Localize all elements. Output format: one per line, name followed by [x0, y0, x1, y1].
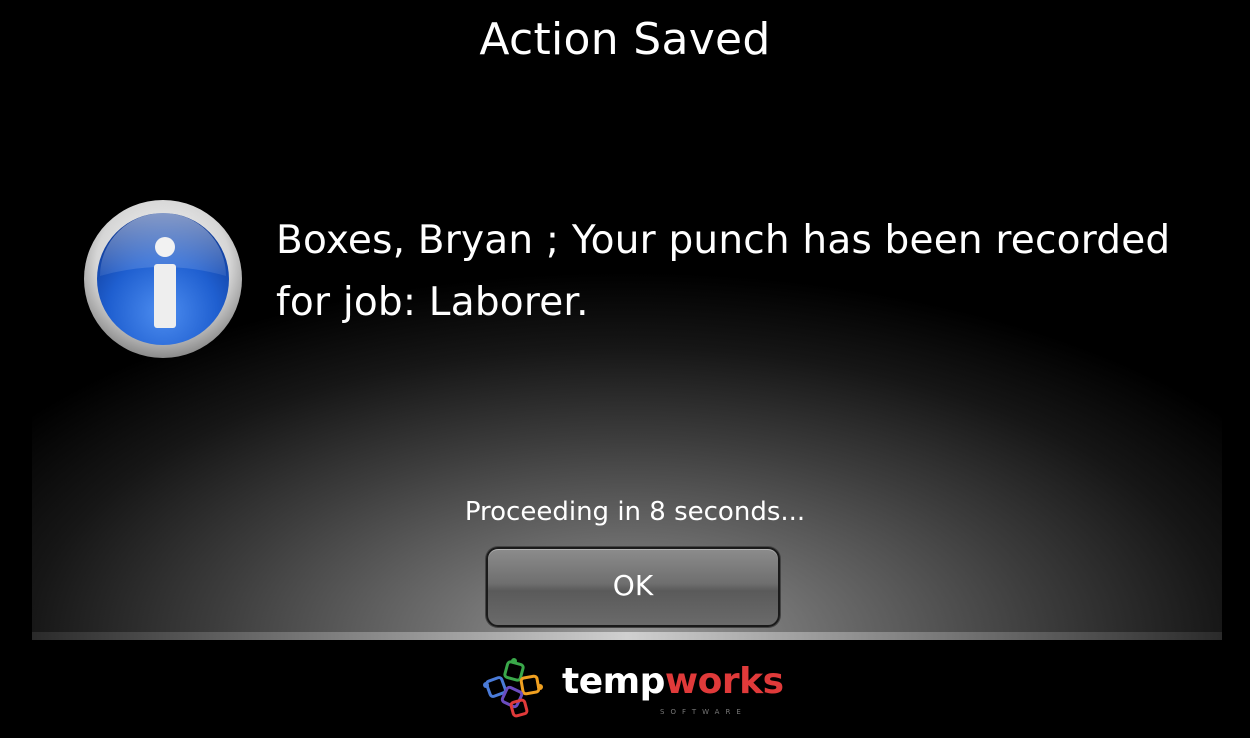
logo-wordmark: tempworks [562, 661, 784, 702]
info-icon [84, 200, 242, 358]
tempworks-logo: tempworks SOFTWARE [482, 655, 802, 725]
kiosk-screen: Action Saved Boxes, Bryan ; Your punch h… [0, 0, 1250, 738]
countdown-text: Proceeding in 8 seconds... [464, 497, 806, 527]
puzzle-logo-icon [483, 658, 543, 718]
logo-temp-text: temp [562, 661, 665, 702]
panel-divider [32, 632, 1222, 640]
dialog-title: Action Saved [479, 14, 771, 65]
dialog-message: Boxes, Bryan ; Your punch has been recor… [276, 218, 1171, 325]
ok-button[interactable]: OK [486, 547, 780, 627]
logo-works-text: works [664, 661, 784, 702]
logo-tagline: SOFTWARE [660, 708, 747, 716]
